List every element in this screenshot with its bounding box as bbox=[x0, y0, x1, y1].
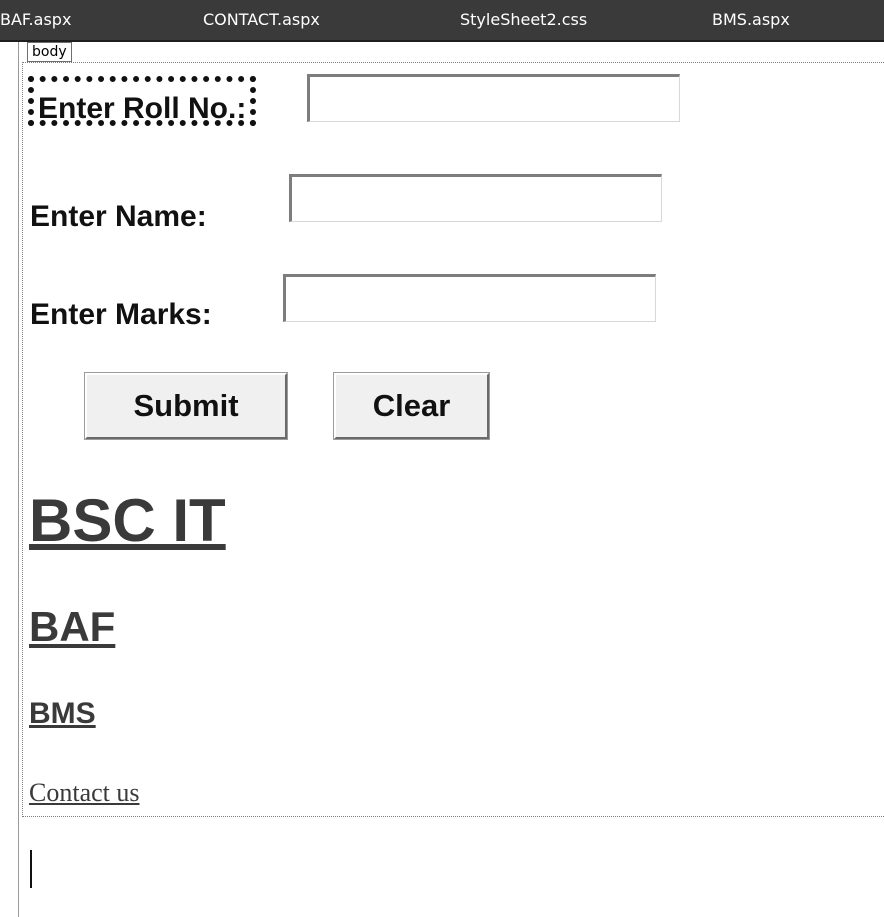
text-cursor bbox=[30, 850, 32, 888]
tab-baf-aspx[interactable]: BAF.aspx bbox=[0, 0, 71, 40]
roll-number-input[interactable] bbox=[307, 74, 680, 122]
bscit-link[interactable]: BSC IT bbox=[29, 486, 226, 555]
name-input[interactable] bbox=[289, 174, 662, 222]
body-tag-indicator[interactable]: body bbox=[27, 42, 72, 62]
tab-bms-aspx[interactable]: BMS.aspx bbox=[712, 0, 790, 40]
roll-number-label[interactable]: Enter Roll No.: bbox=[28, 76, 257, 126]
tab-contact-aspx[interactable]: CONTACT.aspx bbox=[203, 0, 320, 40]
bms-link[interactable]: BMS bbox=[29, 697, 96, 731]
name-label: Enter Name: bbox=[30, 200, 207, 233]
submit-button[interactable]: Submit bbox=[85, 373, 287, 439]
tab-stylesheet2-css[interactable]: StyleSheet2.css bbox=[460, 0, 587, 40]
marks-label: Enter Marks: bbox=[30, 298, 212, 331]
document-tab-bar: BAF.aspx CONTACT.aspx StyleSheet2.css BM… bbox=[0, 0, 884, 42]
contact-us-link[interactable]: Contact us bbox=[29, 778, 140, 808]
baf-link[interactable]: BAF bbox=[29, 603, 115, 651]
clear-button[interactable]: Clear bbox=[334, 373, 489, 439]
marks-input[interactable] bbox=[283, 274, 656, 322]
